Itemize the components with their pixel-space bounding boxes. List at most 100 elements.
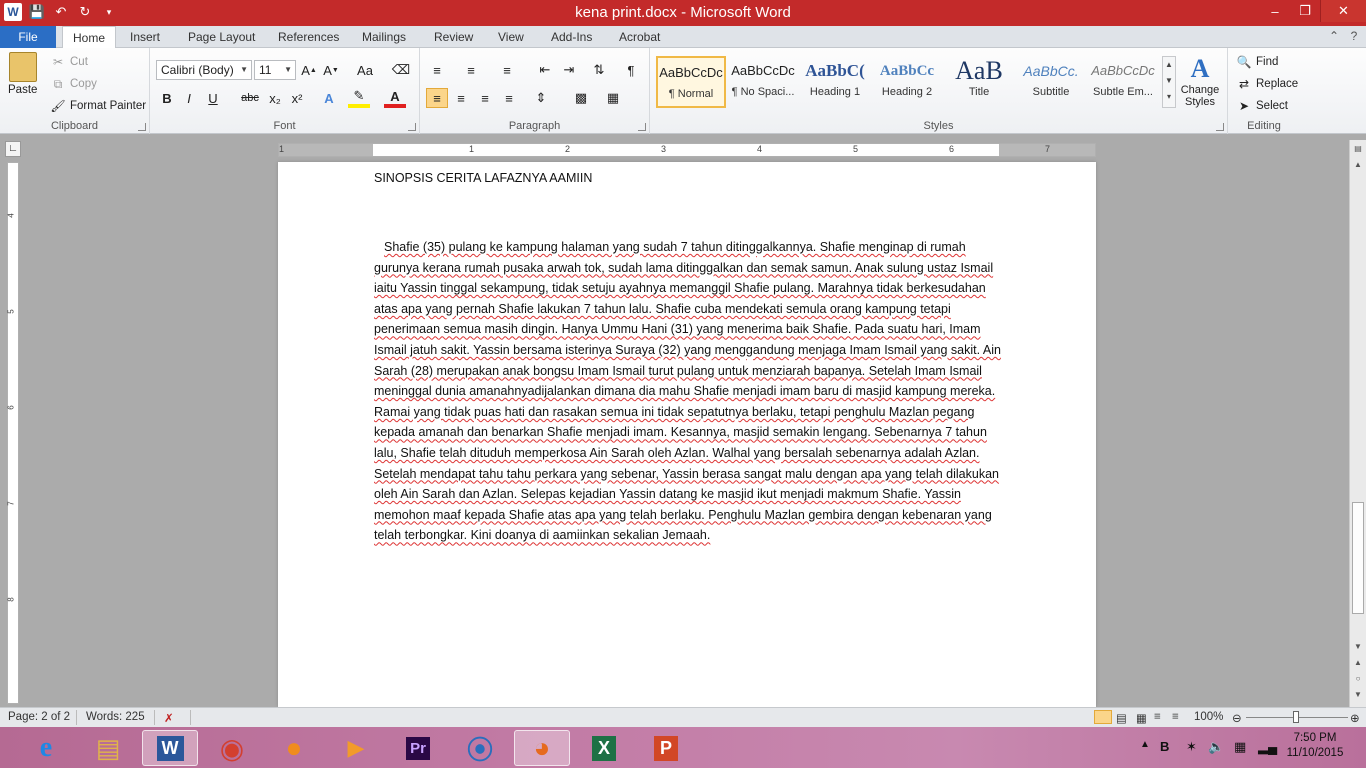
minimize-button[interactable]: –: [1260, 0, 1290, 22]
bold-button[interactable]: B: [156, 88, 178, 108]
taskbar-media-player[interactable]: ▶: [328, 730, 384, 766]
action-center-icon[interactable]: ▦: [1234, 739, 1246, 755]
font-family-select[interactable]: Calibri (Body) ▼: [156, 60, 252, 80]
style-heading-2[interactable]: AaBbCc Heading 2: [872, 56, 942, 108]
document-page[interactable]: SINOPSIS CERITA LAFAZNYA AAMIIN Shafie (…: [278, 162, 1096, 707]
outline-icon[interactable]: ≡: [1154, 711, 1161, 723]
taskbar-app-blue[interactable]: ⦿: [452, 730, 508, 766]
clear-formatting-icon[interactable]: ⌫: [390, 60, 412, 80]
volume-icon[interactable]: 🔈: [1208, 739, 1224, 755]
horizontal-ruler[interactable]: 1 1 2 3 4 5 6 7: [278, 143, 1096, 157]
format-painter-button[interactable]: 🖌 Format Painter: [50, 98, 146, 114]
increase-indent-icon[interactable]: ⇥: [558, 60, 580, 80]
paragraph-launcher-icon[interactable]: [638, 123, 646, 131]
scroll-up-icon[interactable]: ▲: [1352, 160, 1364, 172]
line-spacing-icon[interactable]: ⇕: [530, 88, 552, 108]
zoom-out-icon[interactable]: ⊖: [1232, 711, 1242, 725]
help-chevron-icon[interactable]: ⌃: [1326, 29, 1342, 45]
change-case-button[interactable]: Aa: [350, 60, 380, 80]
document-heading[interactable]: SINOPSIS CERITA LAFAZNYA AAMIIN: [374, 171, 592, 185]
bullets-icon[interactable]: ≡: [426, 60, 448, 80]
justify-icon[interactable]: ≡: [498, 88, 520, 108]
bluetooth-icon[interactable]: ✶: [1186, 739, 1197, 755]
style-title[interactable]: AaB Title: [944, 56, 1014, 108]
superscript-button[interactable]: x²: [286, 88, 308, 108]
font-launcher-icon[interactable]: [408, 123, 416, 131]
taskbar-app-orange[interactable]: ●: [266, 730, 322, 766]
text-effects-icon[interactable]: A: [318, 88, 340, 108]
system-clock[interactable]: 7:50 PM 11/10/2015: [1280, 731, 1350, 761]
align-left-icon[interactable]: ≡: [426, 88, 448, 108]
vertical-ruler[interactable]: 4 5 6 7 8: [7, 162, 19, 704]
style-normal[interactable]: AaBbCcDc ¶ Normal: [656, 56, 726, 108]
scroll-thumb[interactable]: [1352, 502, 1364, 614]
highlight-icon[interactable]: ✎: [348, 88, 370, 108]
sort-icon[interactable]: ⇅: [588, 60, 610, 80]
clipboard-launcher-icon[interactable]: [138, 123, 146, 131]
page-count[interactable]: Page: 2 of 2: [8, 711, 70, 723]
grow-font-button[interactable]: A ▲: [298, 60, 320, 80]
taskbar-chrome[interactable]: ◉: [204, 730, 260, 766]
shrink-font-button[interactable]: A ▼: [320, 60, 342, 80]
proofing-icon[interactable]: ✗: [164, 711, 174, 725]
show-marks-icon[interactable]: ¶: [620, 60, 642, 80]
subscript-button[interactable]: x₂: [264, 88, 286, 108]
align-right-icon[interactable]: ≡: [474, 88, 496, 108]
browse-object-icon[interactable]: ○: [1352, 674, 1364, 686]
full-screen-reading-icon[interactable]: ▤: [1116, 711, 1127, 725]
numbering-icon[interactable]: ≡: [460, 60, 482, 80]
tab-file[interactable]: File: [0, 26, 56, 48]
zoom-in-icon[interactable]: ⊕: [1350, 711, 1360, 725]
multilevel-list-icon[interactable]: ≡: [496, 60, 518, 80]
style-heading-1[interactable]: AaBbC( Heading 1: [800, 56, 870, 108]
taskbar-powerpoint[interactable]: P: [638, 730, 694, 766]
style-subtle-emphasis[interactable]: AaBbCcDc Subtle Em...: [1088, 56, 1158, 108]
tab-review[interactable]: Review: [424, 26, 483, 48]
print-layout-icon[interactable]: [1094, 710, 1112, 724]
copy-button[interactable]: ⧉ Copy: [50, 76, 97, 92]
draft-icon[interactable]: ≡: [1172, 711, 1179, 723]
previous-page-icon[interactable]: ▲: [1352, 658, 1364, 670]
find-button[interactable]: 🔍 Find: [1236, 54, 1279, 70]
zoom-level[interactable]: 100%: [1194, 711, 1223, 723]
tab-home[interactable]: Home: [62, 26, 117, 49]
taskbar-excel[interactable]: X: [576, 730, 632, 766]
italic-button[interactable]: I: [178, 88, 200, 108]
tab-mailings[interactable]: Mailings: [352, 26, 416, 48]
tab-add-ins[interactable]: Add-Ins: [541, 26, 602, 48]
word-count[interactable]: Words: 225: [86, 711, 145, 723]
tray-app-icon[interactable]: B: [1160, 739, 1169, 754]
replace-button[interactable]: ⇄ Replace: [1236, 76, 1298, 92]
ruler-toggle-icon[interactable]: ▤: [1352, 144, 1364, 156]
restore-button[interactable]: ❐: [1290, 0, 1320, 22]
taskbar-file-explorer[interactable]: ▤: [80, 730, 136, 766]
change-styles-button[interactable]: A Change Styles: [1176, 54, 1224, 108]
taskbar-premiere[interactable]: Pr: [390, 730, 446, 766]
font-color-icon[interactable]: A: [384, 88, 406, 108]
scroll-down-icon[interactable]: ▼: [1352, 642, 1364, 654]
taskbar-firefox[interactable]: ◕: [514, 730, 570, 766]
help-icon[interactable]: ?: [1346, 29, 1362, 45]
cut-button[interactable]: ✂ Cut: [50, 54, 88, 70]
tab-selector[interactable]: ∟: [5, 141, 21, 157]
strikethrough-button[interactable]: abc: [236, 88, 264, 108]
decrease-indent-icon[interactable]: ⇤: [534, 60, 556, 80]
next-page-icon[interactable]: ▼: [1352, 690, 1364, 702]
network-signal-icon[interactable]: ▂▄: [1258, 739, 1277, 755]
borders-icon[interactable]: ▦: [602, 88, 624, 108]
style-no-spacing[interactable]: AaBbCcDc ¶ No Spaci...: [728, 56, 798, 108]
web-layout-icon[interactable]: ▦: [1136, 711, 1147, 725]
styles-scroll[interactable]: ▲ ▼ ▾: [1162, 56, 1176, 108]
document-body[interactable]: Shafie (35) pulang ke kampung halaman ya…: [374, 237, 1002, 546]
tab-acrobat[interactable]: Acrobat: [609, 26, 670, 48]
style-subtitle[interactable]: AaBbCc. Subtitle: [1016, 56, 1086, 108]
shading-icon[interactable]: ▩: [570, 88, 592, 108]
underline-button[interactable]: U: [202, 88, 224, 108]
font-size-select[interactable]: 11 ▼: [254, 60, 296, 80]
tab-references[interactable]: References: [268, 26, 349, 48]
close-button[interactable]: ✕: [1320, 0, 1366, 22]
zoom-slider-knob[interactable]: [1293, 711, 1299, 723]
paste-button[interactable]: Paste: [8, 52, 37, 96]
tab-view[interactable]: View: [488, 26, 534, 48]
align-center-icon[interactable]: ≡: [450, 88, 472, 108]
